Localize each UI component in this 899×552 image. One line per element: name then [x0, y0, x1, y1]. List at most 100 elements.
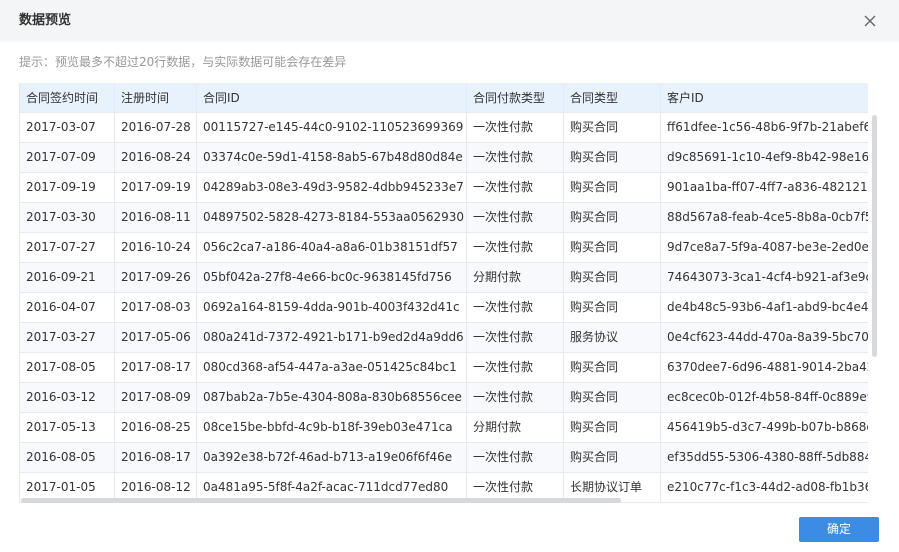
cell-sign-date: 2017-07-27: [19, 233, 115, 262]
table-row[interactable]: 2017-05-13 2016-08-25 08ce15be-bbfd-4c9b-b…: [19, 413, 868, 443]
table-row[interactable]: 2017-08-05 2017-08-17 080cd368-af54-447a-a…: [19, 353, 868, 383]
cell-customer-id: 901aa1ba-ff07-4ff7-a836-4821219c9a: [667, 180, 868, 194]
table-row[interactable]: 2017-03-07 2016-07-28 00115727-e145-44c0-9…: [19, 113, 868, 143]
cell-sign-date: 2017-05-13: [19, 413, 115, 442]
vertical-scrollbar[interactable]: [872, 115, 877, 357]
cell-payment-type: 一次性付款: [467, 113, 564, 142]
column-header-contract-id[interactable]: 合同ID: [197, 83, 467, 113]
cell-contract-id: 087bab2a-7b5e-4304-808a-830b68556cee: [197, 383, 467, 412]
cell-customer-id: 456419b5-d3c7-499b-b07b-b868cc68: [667, 420, 868, 434]
table-row[interactable]: 2017-03-27 2017-05-06 080a241d-7372-4921-b…: [19, 323, 868, 353]
cell-contract-type: 服务协议: [564, 323, 661, 352]
cell-sign-date: 2017-03-30: [19, 203, 115, 232]
cell-contract-id: 03374c0e-59d1-4158-8ab5-67b48d80d84e: [197, 143, 467, 172]
cell-register-date: 2016-07-28: [115, 113, 197, 142]
cell-register-date: 2017-08-09: [115, 383, 197, 412]
column-header-payment-type[interactable]: 合同付款类型: [467, 83, 564, 113]
cell-payment-type: 分期付款: [467, 263, 564, 292]
preview-hint: 提示：预览最多不超过20行数据，与实际数据可能会存在差异: [19, 55, 347, 69]
cell-contract-type: 购买合同: [564, 233, 661, 262]
cell-register-date: 2016-08-17: [115, 443, 197, 472]
cell-register-date: 2016-08-24: [115, 143, 197, 172]
cell-sign-date: 2017-03-27: [19, 323, 115, 352]
cell-contract-type: 购买合同: [564, 263, 661, 292]
table-row[interactable]: 2016-08-05 2016-08-17 0a392e38-b72f-46ad-b…: [19, 443, 868, 473]
table-row[interactable]: 2017-03-30 2016-08-11 04897502-5828-4273-8…: [19, 203, 868, 233]
cell-customer-id: ff61dfee-1c56-48b6-9f7b-21abef64c96: [667, 120, 868, 134]
cell-contract-type: 购买合同: [564, 173, 661, 202]
cell-payment-type: 一次性付款: [467, 323, 564, 352]
table-row[interactable]: 2016-09-21 2017-09-26 05bf042a-27f8-4e66-b…: [19, 263, 868, 293]
cell-sign-date: 2017-09-19: [19, 173, 115, 202]
dialog-title: 数据预览: [19, 13, 72, 28]
cell-contract-id: 056c2ca7-a186-40a4-a8a6-01b38151df57: [197, 233, 467, 262]
cell-payment-type: 一次性付款: [467, 293, 564, 322]
cell-contract-type: 购买合同: [564, 443, 661, 472]
cell-sign-date: 2016-09-21: [19, 263, 115, 292]
cell-customer-id: 9d7ce8a7-5f9a-4087-be3e-2ed0edf53: [667, 240, 868, 254]
cell-register-date: 2017-09-19: [115, 173, 197, 202]
cell-register-date: 2016-10-24: [115, 233, 197, 262]
cell-register-date: 2017-05-06: [115, 323, 197, 352]
cell-contract-type: 购买合同: [564, 113, 661, 142]
table-row[interactable]: 2017-07-09 2016-08-24 03374c0e-59d1-4158-8…: [19, 143, 868, 173]
cell-contract-type: 购买合同: [564, 293, 661, 322]
close-icon[interactable]: [860, 11, 880, 31]
cell-contract-type: 购买合同: [564, 143, 661, 172]
dialog-header: 数据预览: [0, 0, 899, 42]
cell-customer-id: de4b48c5-93b6-4af1-abd9-bc4e4499f: [667, 300, 868, 314]
cell-payment-type: 一次性付款: [467, 353, 564, 382]
cell-payment-type: 一次性付款: [467, 233, 564, 262]
cell-contract-type: 购买合同: [564, 203, 661, 232]
cell-contract-type: 购买合同: [564, 353, 661, 382]
cell-payment-type: 一次性付款: [467, 203, 564, 232]
cell-contract-id: 08ce15be-bbfd-4c9b-b18f-39eb03e471ca: [197, 413, 467, 442]
cell-payment-type: 一次性付款: [467, 173, 564, 202]
cell-customer-id: 88d567a8-feab-4ce5-8b8a-0cb7f5840: [667, 210, 868, 224]
cell-contract-id: 080cd368-af54-447a-a3ae-051425c84bc1: [197, 353, 467, 382]
cell-customer-id: 6370dee7-6d96-4881-9014-2ba42b67: [667, 360, 868, 374]
cell-sign-date: 2016-04-07: [19, 293, 115, 322]
cell-customer-id: e210c77c-f1c3-44d2-ad08-fb1b36a84: [667, 480, 868, 494]
cell-sign-date: 2017-07-09: [19, 143, 115, 172]
table-body: 2017-03-07 2016-07-28 00115727-e145-44c0-9…: [19, 113, 868, 503]
column-header-sign-date[interactable]: 合同签约时间: [19, 83, 115, 113]
cell-payment-type: 分期付款: [467, 413, 564, 442]
cell-contract-id: 080a241d-7372-4921-b171-b9ed2d4a9dd6: [197, 323, 467, 352]
column-header-contract-type[interactable]: 合同类型: [564, 83, 661, 113]
cell-payment-type: 一次性付款: [467, 383, 564, 412]
cell-customer-id: d9c85691-1c10-4ef9-8b42-98e1637ca: [667, 150, 868, 164]
cell-register-date: 2016-08-11: [115, 203, 197, 232]
table-row[interactable]: 2016-03-12 2017-08-09 087bab2a-7b5e-4304-8…: [19, 383, 868, 413]
confirm-button[interactable]: 确定: [799, 517, 879, 542]
horizontal-scrollbar[interactable]: [21, 498, 621, 503]
cell-contract-type: 购买合同: [564, 383, 661, 412]
table-row[interactable]: 2017-09-19 2017-09-19 04289ab3-08e3-49d3-9…: [19, 173, 868, 203]
table-header: 合同签约时间 注册时间 合同ID 合同付款类型 合同类型 客户ID: [19, 83, 868, 113]
cell-sign-date: 2017-03-07: [19, 113, 115, 142]
cell-contract-id: 04289ab3-08e3-49d3-9582-4dbb945233e7: [197, 173, 467, 202]
cell-payment-type: 一次性付款: [467, 143, 564, 172]
table-row[interactable]: 2017-07-27 2016-10-24 056c2ca7-a186-40a4-a…: [19, 233, 868, 263]
cell-customer-id: ec8cec0b-012f-4b58-84ff-0c889e98f1a: [667, 390, 868, 404]
data-preview-dialog: 数据预览 提示：预览最多不超过20行数据，与实际数据可能会存在差异 合同签约时间…: [0, 0, 899, 552]
cell-sign-date: 2016-03-12: [19, 383, 115, 412]
cell-contract-id: 04897502-5828-4273-8184-553aa0562930: [197, 203, 467, 232]
cell-payment-type: 一次性付款: [467, 443, 564, 472]
cell-sign-date: 2017-08-05: [19, 353, 115, 382]
cell-register-date: 2017-08-03: [115, 293, 197, 322]
cell-sign-date: 2016-08-05: [19, 443, 115, 472]
cell-register-date: 2017-08-17: [115, 353, 197, 382]
cell-contract-id: 05bf042a-27f8-4e66-bc0c-9638145fd756: [197, 263, 467, 292]
preview-table: 合同签约时间 注册时间 合同ID 合同付款类型 合同类型 客户ID 2017-0…: [19, 83, 879, 504]
cell-contract-id: 0692a164-8159-4dda-901b-4003f432d41c: [197, 293, 467, 322]
cell-customer-id: ef35dd55-5306-4380-88ff-5db8847f07: [667, 450, 868, 464]
cell-register-date: 2016-08-25: [115, 413, 197, 442]
cell-customer-id: 0e4cf623-44dd-470a-8a39-5bc705c5f: [667, 330, 868, 344]
cell-contract-type: 购买合同: [564, 413, 661, 442]
cell-contract-id: 00115727-e145-44c0-9102-110523699369: [197, 113, 467, 142]
table-row[interactable]: 2016-04-07 2017-08-03 0692a164-8159-4dda-9…: [19, 293, 868, 323]
column-header-customer-id[interactable]: 客户ID: [661, 83, 868, 113]
column-header-register-date[interactable]: 注册时间: [115, 83, 197, 113]
cell-customer-id: 74643073-3ca1-4cf4-b921-af3e9c837: [667, 270, 868, 284]
